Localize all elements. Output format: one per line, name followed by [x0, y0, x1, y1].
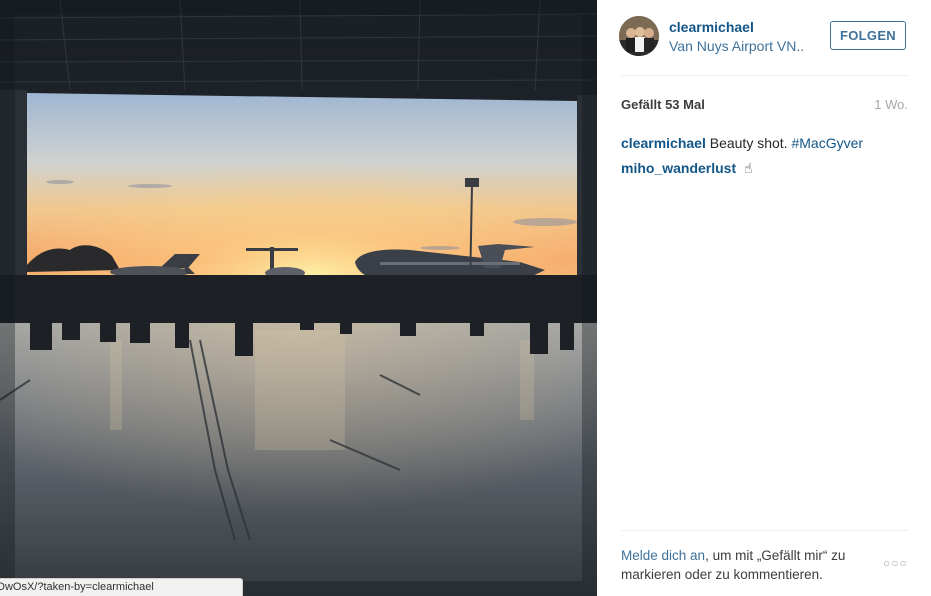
comment-username[interactable]: miho_wanderlust	[621, 160, 736, 176]
post-age[interactable]: 1 Wo.	[874, 97, 908, 112]
avatar-image	[619, 16, 659, 56]
post-photo[interactable]: DwOsX/?taken-by=clearmichael	[0, 0, 597, 596]
browser-status-url: DwOsX/?taken-by=clearmichael	[0, 578, 243, 596]
more-options-icon[interactable]: ○○○	[883, 556, 908, 570]
header-divider	[621, 75, 908, 76]
post-author-username[interactable]: clearmichael	[669, 19, 754, 35]
comment-text: Beauty shot.	[709, 135, 788, 151]
avatar[interactable]	[619, 16, 659, 56]
post-side-panel: clearmichael Van Nuys Airport VN.. FOLGE…	[597, 0, 931, 596]
follow-button[interactable]: FOLGEN	[830, 21, 906, 50]
likes-count[interactable]: Gefällt 53 Mal	[621, 97, 705, 112]
caption-comment: clearmichael Beauty shot. #MacGyver	[621, 135, 863, 151]
hangar-sunset-image	[0, 0, 597, 596]
footer-divider	[621, 530, 908, 531]
hashtag-link[interactable]: #MacGyver	[791, 135, 863, 151]
login-link[interactable]: Melde dich an	[621, 548, 705, 563]
comment-username[interactable]: clearmichael	[621, 135, 706, 151]
login-prompt: Melde dich an, um mit „Gefällt mir“ zu m…	[621, 546, 881, 584]
post-location[interactable]: Van Nuys Airport VN..	[669, 38, 821, 54]
comment: miho_wanderlust ☝	[621, 160, 753, 177]
pointing-finger-emoji-icon: ☝	[744, 160, 753, 176]
